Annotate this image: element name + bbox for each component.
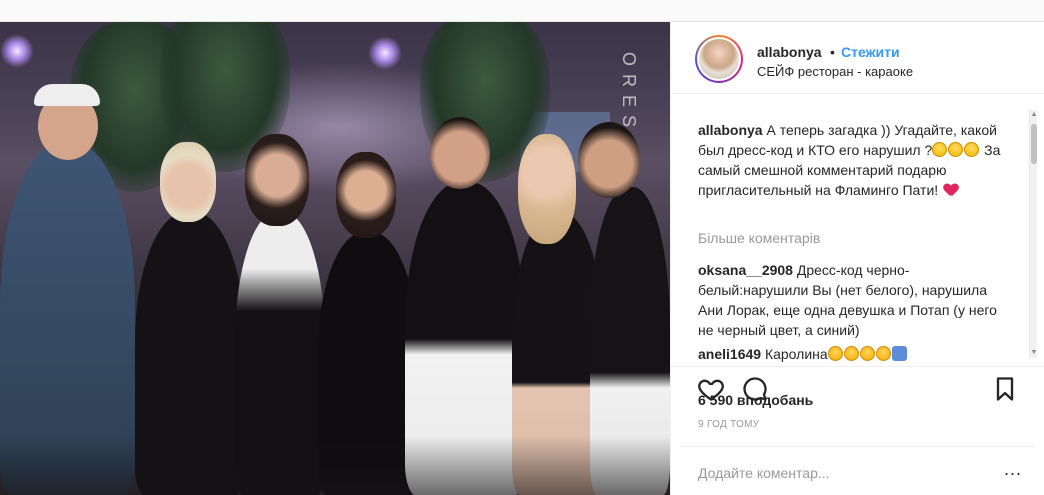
person-head <box>160 142 216 222</box>
kissing-face-icon <box>827 346 843 361</box>
comment-text: Каролина <box>764 346 828 362</box>
stage-light <box>0 34 34 68</box>
more-options-icon[interactable]: ... <box>999 459 1027 483</box>
heart-eyes-face-icon <box>859 346 875 361</box>
post-sidebar: allabonya • Стежити СЕЙФ ресторан - кара… <box>670 22 1044 495</box>
comments-scrollbar[interactable]: ▲ ▼ <box>1029 110 1037 358</box>
heart-eyes-face-icon <box>875 346 891 361</box>
add-comment-input[interactable] <box>698 461 978 485</box>
instagram-post: ORES allabonya • Стежити СЕЙФ ресторан -… <box>0 21 1044 495</box>
more-comments-link[interactable]: Більше коментарів <box>698 230 820 246</box>
caption: allabonya А теперь загадка )) Угадайте, … <box>698 120 1008 200</box>
scrollbar-thumb[interactable] <box>1031 124 1037 164</box>
laughing-face-icon <box>948 142 964 157</box>
avatar[interactable] <box>695 35 743 83</box>
person-head <box>430 117 490 189</box>
comment-item: oksana__2908 Дресс-код черно-белый:наруш… <box>698 260 1008 340</box>
heart-eyes-face-icon <box>843 346 859 361</box>
laughing-face-icon <box>964 142 980 157</box>
stage-light <box>368 36 402 70</box>
red-heart-icon <box>944 184 958 196</box>
raising-hands-icon <box>891 346 907 361</box>
person-head <box>336 152 396 238</box>
bookmark-icon[interactable] <box>991 375 1019 403</box>
avatar-image <box>699 39 739 79</box>
photo-floor-shade <box>0 436 670 495</box>
caption-username[interactable]: allabonya <box>698 122 763 138</box>
comment-item: aneli1649 Каролина <box>698 344 1008 364</box>
add-comment-bar: ... <box>681 446 1035 495</box>
post-header: allabonya • Стежити СЕЙФ ресторан - кара… <box>671 22 1044 94</box>
location-link[interactable]: СЕЙФ ресторан - караоке <box>757 64 913 79</box>
person-head <box>245 134 309 226</box>
scroll-down-arrow-icon[interactable]: ▼ <box>1030 348 1038 358</box>
person-head <box>578 122 640 198</box>
post-photo[interactable]: ORES <box>0 22 670 495</box>
likes-count[interactable]: 6 590 вподобань <box>698 392 813 408</box>
laughing-face-icon <box>932 142 948 157</box>
separator-dot: • <box>830 44 835 60</box>
scroll-up-arrow-icon[interactable]: ▲ <box>1030 110 1038 120</box>
comment-username[interactable]: oksana__2908 <box>698 262 793 278</box>
photo-brand-mark: ORES <box>619 52 639 136</box>
username-link[interactable]: allabonya <box>757 44 822 60</box>
comments-list: allabonya А теперь загадка )) Угадайте, … <box>671 94 1044 366</box>
follow-button[interactable]: Стежити <box>841 44 900 60</box>
post-timestamp[interactable]: 9 ГОД ТОМУ <box>698 419 759 430</box>
person-head <box>518 134 576 244</box>
cap <box>34 84 100 106</box>
comment-username[interactable]: aneli1649 <box>698 346 761 362</box>
